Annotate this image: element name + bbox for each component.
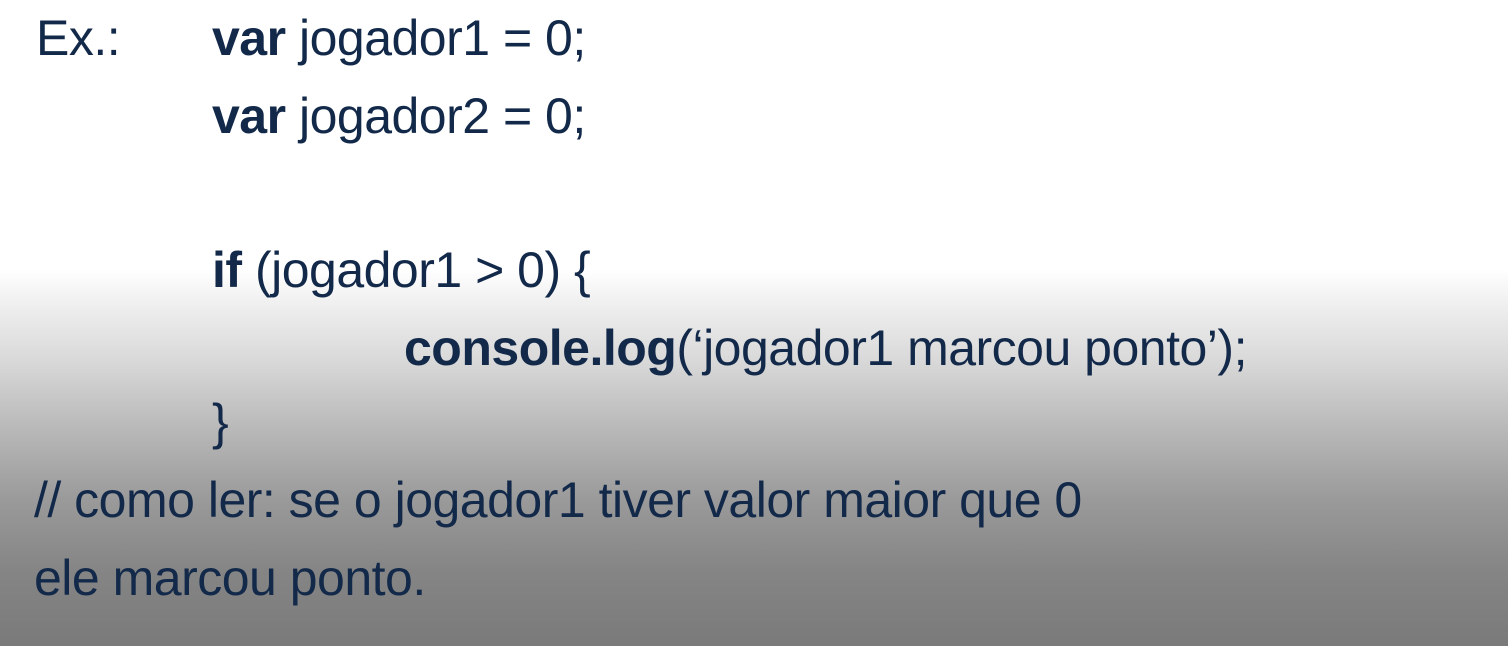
code-line-var-jogador1: var jogador1 = 0; [212,8,586,68]
keyword-console-log: console.log [404,320,677,376]
code-line-closing-brace: } [212,394,229,450]
code-line-console-log: console.log(‘jogador1 marcou ponto’); [404,318,1247,378]
code-text: jogador2 = 0; [285,88,586,144]
code-line-var-jogador2: var jogador2 = 0; [212,86,586,146]
keyword-var: var [212,10,286,66]
slide: Ex.: var jogador1 = 0; var jogador2 = 0;… [0,0,1508,646]
keyword-if: if [212,242,242,298]
comment-line-2: ele marcou ponto. [34,550,426,606]
keyword-var: var [212,88,286,144]
code-text: jogador1 = 0; [285,10,586,66]
code-text: (‘jogador1 marcou ponto’); [676,320,1247,376]
code-line-if: if (jogador1 > 0) { [212,240,591,300]
comment-line-1: // como ler: se o jogador1 tiver valor m… [34,472,1082,528]
example-label: Ex.: [36,10,121,66]
code-text: (jogador1 > 0) { [241,242,591,298]
